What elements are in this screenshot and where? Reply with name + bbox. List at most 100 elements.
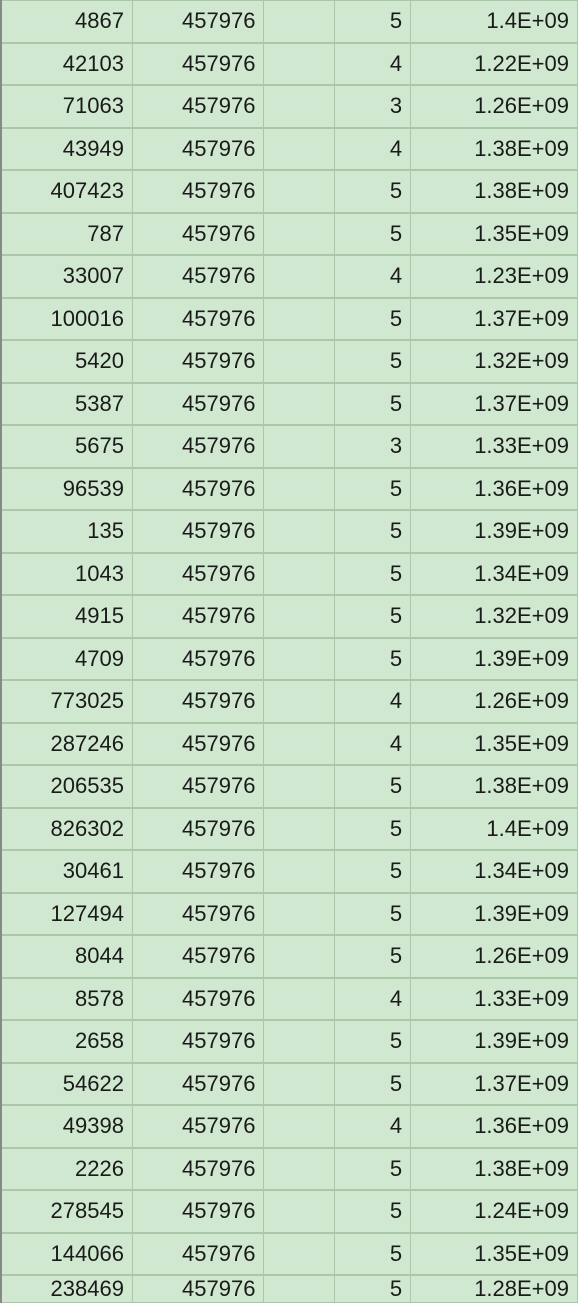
- cell[interactable]: 1.32E+09: [411, 596, 578, 638]
- cell[interactable]: [264, 936, 335, 978]
- table-row[interactable]: 567545797631.33E+09: [0, 425, 578, 468]
- table-row[interactable]: 5462245797651.37E+09: [0, 1063, 578, 1106]
- cell[interactable]: 8044: [1, 936, 132, 978]
- cell[interactable]: 54622: [1, 1063, 132, 1105]
- cell[interactable]: 1.26E+09: [411, 86, 578, 128]
- cell[interactable]: 1.38E+09: [411, 128, 578, 170]
- cell[interactable]: 407423: [1, 171, 132, 213]
- cell[interactable]: 5: [335, 596, 411, 638]
- cell[interactable]: 1.4E+09: [411, 1, 578, 43]
- cell[interactable]: 457976: [132, 1276, 263, 1303]
- cell[interactable]: [264, 553, 335, 595]
- cell[interactable]: 4: [335, 128, 411, 170]
- cell[interactable]: 5: [335, 1, 411, 43]
- cell[interactable]: 1.23E+09: [411, 256, 578, 298]
- cell[interactable]: 5: [335, 766, 411, 808]
- cell[interactable]: [264, 511, 335, 553]
- cell[interactable]: 457976: [132, 86, 263, 128]
- table-row[interactable]: 28724645797641.35E+09: [0, 723, 578, 766]
- cell[interactable]: 5: [335, 1021, 411, 1063]
- cell[interactable]: 1.26E+09: [411, 681, 578, 723]
- cell[interactable]: 4867: [1, 1, 132, 43]
- cell[interactable]: 1.33E+09: [411, 426, 578, 468]
- cell[interactable]: [264, 851, 335, 893]
- cell[interactable]: [264, 808, 335, 850]
- cell[interactable]: [264, 1276, 335, 1303]
- cell[interactable]: 457976: [132, 341, 263, 383]
- cell[interactable]: 457976: [132, 383, 263, 425]
- cell[interactable]: [264, 1233, 335, 1275]
- cell[interactable]: 30461: [1, 851, 132, 893]
- cell[interactable]: 287246: [1, 723, 132, 765]
- cell[interactable]: 457976: [132, 681, 263, 723]
- cell[interactable]: [264, 171, 335, 213]
- table-row[interactable]: 27854545797651.24E+09: [0, 1190, 578, 1233]
- table-row[interactable]: 222645797651.38E+09: [0, 1148, 578, 1191]
- cell[interactable]: 4915: [1, 596, 132, 638]
- cell[interactable]: 42103: [1, 43, 132, 85]
- cell[interactable]: 1.35E+09: [411, 1233, 578, 1275]
- table-row[interactable]: 4939845797641.36E+09: [0, 1105, 578, 1148]
- cell[interactable]: 5: [335, 213, 411, 255]
- cell[interactable]: 826302: [1, 808, 132, 850]
- cell[interactable]: 127494: [1, 893, 132, 935]
- cell[interactable]: 457976: [132, 638, 263, 680]
- cell[interactable]: 773025: [1, 681, 132, 723]
- cell[interactable]: 5: [335, 468, 411, 510]
- table-row[interactable]: 470945797651.39E+09: [0, 638, 578, 681]
- cell[interactable]: 1.33E+09: [411, 978, 578, 1020]
- cell[interactable]: 1.38E+09: [411, 766, 578, 808]
- cell[interactable]: 457976: [132, 213, 263, 255]
- table-row[interactable]: 96539457976 51.36E+09: [0, 468, 578, 511]
- table-row[interactable]: 542045797651.32E+09: [0, 340, 578, 383]
- table-row[interactable]: 40742345797651.38E+09: [0, 170, 578, 213]
- cell[interactable]: 5: [335, 808, 411, 850]
- cell[interactable]: 1.28E+09: [411, 1276, 578, 1303]
- table-row[interactable]: 77302545797641.26E+09: [0, 680, 578, 723]
- table-row[interactable]: 538745797651.37E+09: [0, 383, 578, 426]
- spreadsheet-table[interactable]: 486745797651.4E+094210345797641.22E+0971…: [0, 0, 578, 1303]
- cell[interactable]: 457976: [132, 893, 263, 935]
- cell[interactable]: [264, 426, 335, 468]
- cell[interactable]: 135: [1, 511, 132, 553]
- cell[interactable]: 457976: [132, 1021, 263, 1063]
- cell[interactable]: 5: [335, 1233, 411, 1275]
- table-row[interactable]: 265845797651.39E+09: [0, 1020, 578, 1063]
- cell[interactable]: 4: [335, 256, 411, 298]
- cell[interactable]: [264, 681, 335, 723]
- table-row[interactable]: 20653545797651.38E+09: [0, 765, 578, 808]
- table-row[interactable]: 104345797651.34E+09: [0, 553, 578, 596]
- cell[interactable]: [264, 1021, 335, 1063]
- cell[interactable]: 5420: [1, 341, 132, 383]
- cell[interactable]: 457976: [132, 1106, 263, 1148]
- cell[interactable]: 457976: [132, 596, 263, 638]
- cell[interactable]: [264, 1063, 335, 1105]
- cell[interactable]: 3: [335, 86, 411, 128]
- cell[interactable]: 457976: [132, 1233, 263, 1275]
- cell[interactable]: [264, 893, 335, 935]
- cell[interactable]: 1.37E+09: [411, 1063, 578, 1105]
- cell[interactable]: [264, 43, 335, 85]
- table-row[interactable]: 3046145797651.34E+09: [0, 850, 578, 893]
- cell[interactable]: 1.39E+09: [411, 638, 578, 680]
- cell[interactable]: 96539: [1, 468, 132, 510]
- cell[interactable]: [264, 298, 335, 340]
- cell[interactable]: 457976: [132, 1, 263, 43]
- table-row[interactable]: 10001645797651.37E+09: [0, 298, 578, 341]
- table-row[interactable]: 4915457976 51.32E+09: [0, 595, 578, 638]
- table-row[interactable]: 13545797651.39E+09: [0, 510, 578, 553]
- cell[interactable]: 457976: [132, 468, 263, 510]
- cell[interactable]: [264, 256, 335, 298]
- table-row[interactable]: 78745797651.35E+09: [0, 213, 578, 256]
- cell[interactable]: 1.36E+09: [411, 468, 578, 510]
- table-row[interactable]: 7106345797631.26E+09: [0, 85, 578, 128]
- cell[interactable]: 1.37E+09: [411, 298, 578, 340]
- cell[interactable]: 457976: [132, 256, 263, 298]
- cell[interactable]: 278545: [1, 1191, 132, 1233]
- cell[interactable]: 206535: [1, 766, 132, 808]
- cell[interactable]: 1.24E+09: [411, 1191, 578, 1233]
- cell[interactable]: 457976: [132, 1063, 263, 1105]
- cell[interactable]: 5: [335, 851, 411, 893]
- cell[interactable]: 5: [335, 511, 411, 553]
- cell[interactable]: 5675: [1, 426, 132, 468]
